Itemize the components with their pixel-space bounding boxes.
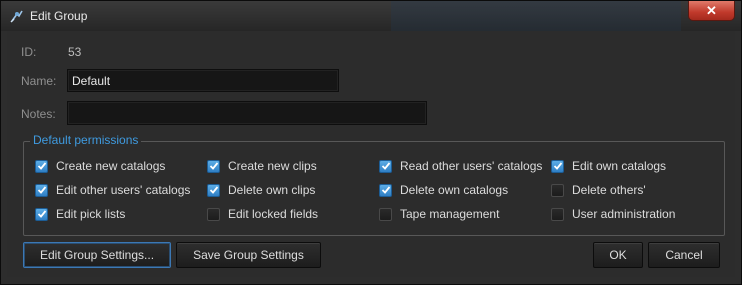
id-value: 53 [68, 45, 82, 59]
app-icon [9, 8, 25, 24]
save-group-settings-button[interactable]: Save Group Settings [176, 242, 321, 268]
perm-edit-other-users-catalogs[interactable]: Edit other users' catalogs [35, 182, 190, 198]
perm-label: Edit pick lists [56, 207, 126, 221]
id-label: ID: [21, 45, 37, 59]
checkbox[interactable] [379, 183, 392, 197]
perm-edit-own-catalogs[interactable]: Edit own catalogs [551, 158, 666, 174]
checkbox[interactable] [35, 207, 48, 221]
window-title: Edit Group [30, 9, 88, 23]
perm-label: Delete own clips [228, 183, 316, 197]
permissions-title: Default permissions [30, 133, 142, 147]
perm-label: Edit own catalogs [572, 159, 667, 173]
title-bar[interactable]: Edit Group ✕ [1, 1, 741, 31]
perm-create-new-clips[interactable]: Create new clips [207, 158, 317, 174]
edit-group-settings-button[interactable]: Edit Group Settings... [23, 242, 171, 268]
name-label: Name: [21, 74, 57, 88]
edit-group-dialog: Edit Group ✕ ID: 53 Name: Notes: Default… [0, 0, 742, 285]
notes-field[interactable] [67, 101, 427, 125]
default-permissions-group: Default permissions Create new catalogs … [23, 133, 725, 236]
perm-label: Edit other users' catalogs [56, 183, 191, 197]
checkbox[interactable] [207, 159, 220, 173]
perm-label: Create new catalogs [56, 159, 166, 173]
name-field[interactable] [67, 69, 339, 92]
perm-delete-own-catalogs[interactable]: Delete own catalogs [379, 182, 508, 198]
checkbox[interactable] [35, 183, 48, 197]
perm-edit-pick-lists[interactable]: Edit pick lists [35, 206, 125, 222]
perm-create-new-catalogs[interactable]: Create new catalogs [35, 158, 165, 174]
perm-delete-others[interactable]: Delete others' [551, 182, 646, 198]
background-window-hint [391, 1, 681, 31]
close-button[interactable]: ✕ [688, 1, 735, 21]
perm-label: Create new clips [228, 159, 317, 173]
perm-label: Edit locked fields [228, 207, 319, 221]
checkbox[interactable] [207, 183, 220, 197]
dialog-body: ID: 53 Name: Notes: Default permissions … [7, 31, 735, 277]
perm-label: User administration [572, 207, 676, 221]
perm-delete-own-clips[interactable]: Delete own clips [207, 182, 315, 198]
perm-edit-locked-fields[interactable]: Edit locked fields [207, 206, 318, 222]
checkbox[interactable] [551, 159, 564, 173]
perm-label: Tape management [400, 207, 500, 221]
checkbox[interactable] [207, 207, 220, 221]
perm-user-administration[interactable]: User administration [551, 206, 675, 222]
checkbox[interactable] [379, 159, 392, 173]
perm-tape-management[interactable]: Tape management [379, 206, 499, 222]
perm-label: Delete own catalogs [400, 183, 509, 197]
checkbox[interactable] [551, 207, 564, 221]
checkbox[interactable] [35, 159, 48, 173]
notes-label: Notes: [21, 107, 56, 121]
cancel-button[interactable]: Cancel [648, 242, 720, 268]
checkbox[interactable] [379, 207, 392, 221]
perm-label: Delete others' [572, 183, 646, 197]
perm-label: Read other users' catalogs [400, 159, 543, 173]
ok-button[interactable]: OK [593, 242, 643, 268]
checkbox[interactable] [551, 183, 564, 197]
perm-read-other-users-catalogs[interactable]: Read other users' catalogs [379, 158, 542, 174]
